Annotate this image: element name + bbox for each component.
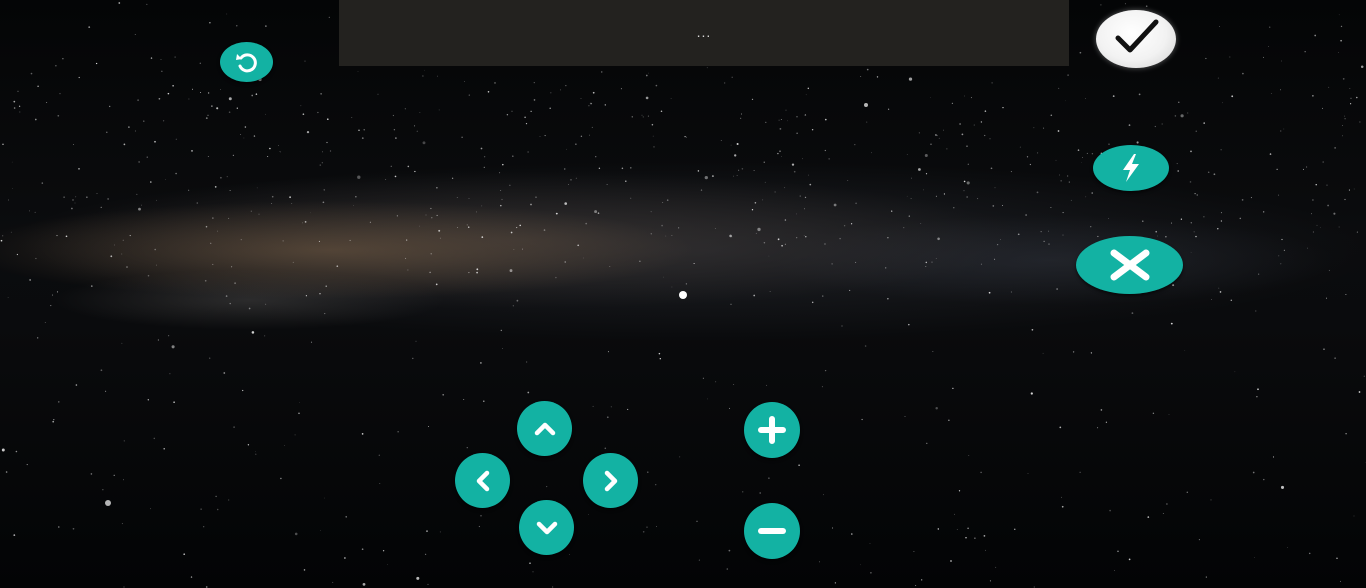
zoom-in-button[interactable]: [744, 402, 800, 458]
zoom-out-button[interactable]: [744, 503, 800, 559]
checkmark-icon: [1110, 16, 1162, 63]
move-right-button[interactable]: [583, 453, 638, 508]
move-up-button[interactable]: [517, 401, 572, 456]
flash-button[interactable]: [1093, 145, 1169, 191]
rotate-ccw-icon: [232, 47, 262, 77]
chevron-left-icon: [469, 467, 497, 495]
minus-icon: [757, 516, 787, 546]
plus-icon: [757, 415, 787, 445]
lightning-icon: [1116, 152, 1146, 184]
chevron-right-icon: [597, 467, 625, 495]
confirm-button[interactable]: [1096, 10, 1176, 68]
top-status-bar: ...: [339, 0, 1069, 66]
close-button[interactable]: [1076, 236, 1183, 294]
move-left-button[interactable]: [455, 453, 510, 508]
chevron-down-icon: [533, 514, 561, 542]
chevron-up-icon: [531, 415, 559, 443]
reset-view-button[interactable]: [220, 42, 273, 82]
close-x-icon: [1102, 247, 1158, 283]
center-dot: [679, 291, 687, 299]
move-down-button[interactable]: [519, 500, 574, 555]
top-bar-text: ...: [696, 24, 712, 40]
